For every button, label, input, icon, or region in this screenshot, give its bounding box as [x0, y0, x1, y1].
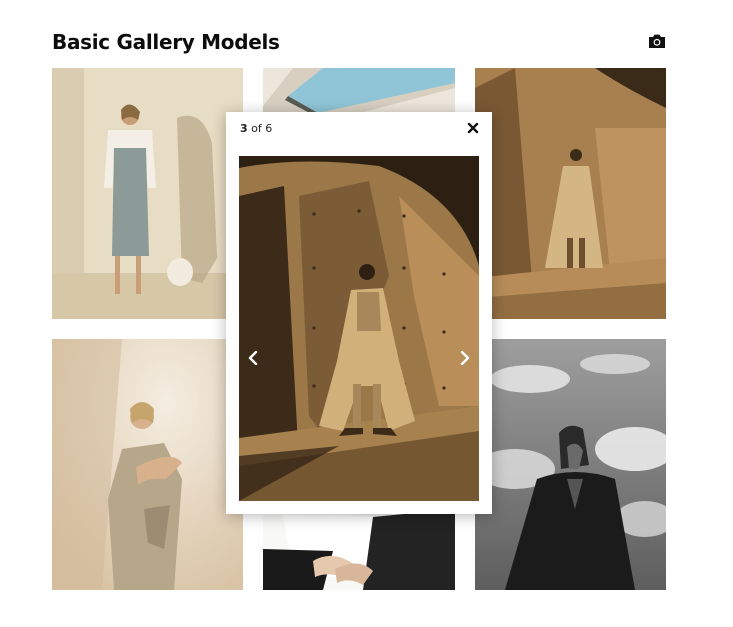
gallery-thumbnail-1[interactable]	[52, 68, 243, 319]
lightbox-modal: 3 of 6	[226, 112, 492, 514]
chevron-right-icon[interactable]	[455, 346, 475, 370]
close-icon[interactable]	[466, 120, 480, 134]
counter-of: of	[247, 122, 266, 135]
gallery-thumbnail-3[interactable]	[475, 68, 666, 319]
image-counter: 3 of 6	[240, 122, 272, 135]
counter-total: 6	[265, 122, 273, 135]
page-title: Basic Gallery Models	[52, 30, 280, 54]
gallery-thumbnail-4[interactable]	[52, 339, 243, 590]
gallery-thumbnail-6[interactable]	[475, 339, 666, 590]
chevron-left-icon[interactable]	[243, 346, 263, 370]
counter-current: 3	[240, 122, 248, 135]
lightbox-image	[239, 156, 479, 501]
camera-icon[interactable]	[648, 33, 666, 49]
